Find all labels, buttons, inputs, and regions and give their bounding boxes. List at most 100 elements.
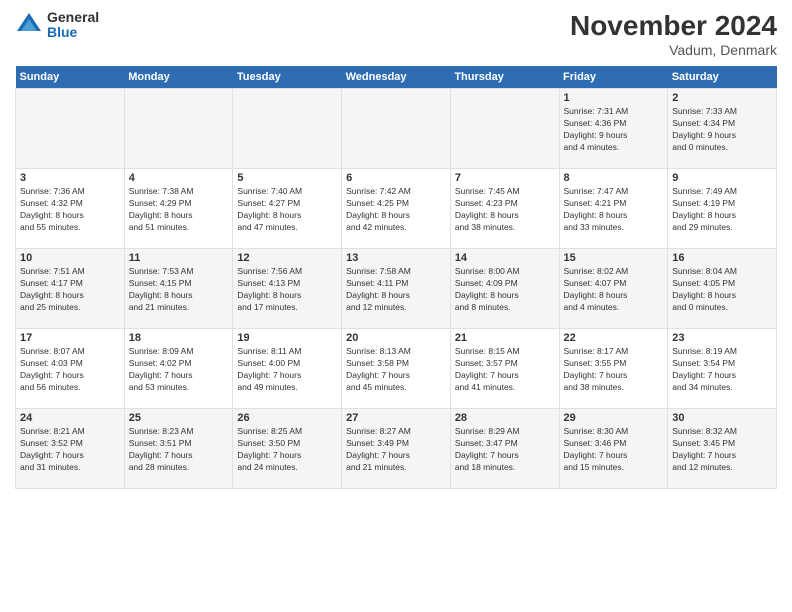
- header-thursday: Thursday: [450, 66, 559, 89]
- day-info: Sunrise: 7:31 AM Sunset: 4:36 PM Dayligh…: [564, 106, 664, 154]
- day-number: 8: [564, 172, 664, 184]
- calendar-cell: 17 Sunrise: 8:07 AM Sunset: 4:03 PM Dayli…: [16, 329, 125, 409]
- day-number: 12: [237, 252, 337, 264]
- logo-general: General: [47, 10, 99, 25]
- calendar-cell: 21Sunrise: 8:15 AM Sunset: 3:57 PM Dayli…: [450, 329, 559, 409]
- day-number: 5: [237, 172, 337, 184]
- calendar-cell: 30 Sunrise: 8:32 AM Sunset: 3:45 PM Dayli…: [668, 409, 777, 489]
- calendar-cell: 15 Sunrise: 8:02 AM Sunset: 4:07 PM Dayli…: [559, 249, 668, 329]
- calendar-cell: 20Sunrise: 8:13 AM Sunset: 3:58 PM Dayli…: [342, 329, 451, 409]
- logo-blue: Blue: [47, 25, 99, 40]
- day-number: 3: [20, 172, 120, 184]
- calendar-cell: 13 Sunrise: 7:58 AM Sunset: 4:11 PM Dayli…: [342, 249, 451, 329]
- calendar-week-0: 1 Sunrise: 7:31 AM Sunset: 4:36 PM Daylig…: [16, 89, 777, 169]
- day-info: Sunrise: 8:11 AM Sunset: 4:00 PM Dayligh…: [237, 346, 337, 394]
- day-info: Sunrise: 8:23 AM Sunset: 3:51 PM Dayligh…: [129, 426, 229, 474]
- day-number: 30: [672, 412, 772, 424]
- calendar-week-1: 3Sunrise: 7:36 AM Sunset: 4:32 PM Daylig…: [16, 169, 777, 249]
- day-number: 1: [564, 92, 664, 104]
- day-info: Sunrise: 8:07 AM Sunset: 4:03 PM Dayligh…: [20, 346, 120, 394]
- header: General Blue November 2024 Vadum, Denmar…: [15, 10, 777, 58]
- calendar-cell: 18 Sunrise: 8:09 AM Sunset: 4:02 PM Dayli…: [124, 329, 233, 409]
- calendar-cell: 5Sunrise: 7:40 AM Sunset: 4:27 PM Daylig…: [233, 169, 342, 249]
- day-number: 16: [672, 252, 772, 264]
- day-info: Sunrise: 7:56 AM Sunset: 4:13 PM Dayligh…: [237, 266, 337, 314]
- calendar-cell: [124, 89, 233, 169]
- header-row: Sunday Monday Tuesday Wednesday Thursday…: [16, 66, 777, 89]
- day-info: Sunrise: 7:42 AM Sunset: 4:25 PM Dayligh…: [346, 186, 446, 234]
- day-number: 29: [564, 412, 664, 424]
- day-info: Sunrise: 7:45 AM Sunset: 4:23 PM Dayligh…: [455, 186, 555, 234]
- header-monday: Monday: [124, 66, 233, 89]
- calendar-cell: 29 Sunrise: 8:30 AM Sunset: 3:46 PM Dayli…: [559, 409, 668, 489]
- calendar-cell: 8 Sunrise: 7:47 AM Sunset: 4:21 PM Daylig…: [559, 169, 668, 249]
- calendar-cell: 10 Sunrise: 7:51 AM Sunset: 4:17 PM Dayli…: [16, 249, 125, 329]
- calendar-header: Sunday Monday Tuesday Wednesday Thursday…: [16, 66, 777, 89]
- day-info: Sunrise: 8:21 AM Sunset: 3:52 PM Dayligh…: [20, 426, 120, 474]
- day-number: 22: [564, 332, 664, 344]
- day-info: Sunrise: 8:29 AM Sunset: 3:47 PM Dayligh…: [455, 426, 555, 474]
- day-number: 25: [129, 412, 229, 424]
- day-number: 2: [672, 92, 772, 104]
- day-number: 6: [346, 172, 446, 184]
- day-number: 19: [237, 332, 337, 344]
- calendar-week-4: 24 Sunrise: 8:21 AM Sunset: 3:52 PM Dayli…: [16, 409, 777, 489]
- day-info: Sunrise: 8:30 AM Sunset: 3:46 PM Dayligh…: [564, 426, 664, 474]
- header-wednesday: Wednesday: [342, 66, 451, 89]
- day-info: Sunrise: 7:51 AM Sunset: 4:17 PM Dayligh…: [20, 266, 120, 314]
- calendar-cell: [233, 89, 342, 169]
- day-info: Sunrise: 8:02 AM Sunset: 4:07 PM Dayligh…: [564, 266, 664, 314]
- calendar-cell: 16 Sunrise: 8:04 AM Sunset: 4:05 PM Dayli…: [668, 249, 777, 329]
- day-number: 27: [346, 412, 446, 424]
- day-info: Sunrise: 8:15 AM Sunset: 3:57 PM Dayligh…: [455, 346, 555, 394]
- logo-icon: [15, 11, 43, 39]
- day-info: Sunrise: 7:53 AM Sunset: 4:15 PM Dayligh…: [129, 266, 229, 314]
- calendar-cell: 27 Sunrise: 8:27 AM Sunset: 3:49 PM Dayli…: [342, 409, 451, 489]
- calendar-cell: [342, 89, 451, 169]
- calendar-cell: 2 Sunrise: 7:33 AM Sunset: 4:34 PM Daylig…: [668, 89, 777, 169]
- calendar-cell: 24 Sunrise: 8:21 AM Sunset: 3:52 PM Dayli…: [16, 409, 125, 489]
- calendar-cell: 6 Sunrise: 7:42 AM Sunset: 4:25 PM Daylig…: [342, 169, 451, 249]
- day-info: Sunrise: 8:00 AM Sunset: 4:09 PM Dayligh…: [455, 266, 555, 314]
- header-tuesday: Tuesday: [233, 66, 342, 89]
- day-number: 26: [237, 412, 337, 424]
- day-number: 9: [672, 172, 772, 184]
- calendar-cell: [450, 89, 559, 169]
- day-info: Sunrise: 8:19 AM Sunset: 3:54 PM Dayligh…: [672, 346, 772, 394]
- day-number: 20: [346, 332, 446, 344]
- calendar-cell: 23 Sunrise: 8:19 AM Sunset: 3:54 PM Dayli…: [668, 329, 777, 409]
- calendar-cell: 14Sunrise: 8:00 AM Sunset: 4:09 PM Dayli…: [450, 249, 559, 329]
- day-number: 15: [564, 252, 664, 264]
- location: Vadum, Denmark: [570, 42, 777, 58]
- day-info: Sunrise: 7:58 AM Sunset: 4:11 PM Dayligh…: [346, 266, 446, 314]
- day-number: 17: [20, 332, 120, 344]
- logo-text: General Blue: [47, 10, 99, 41]
- day-info: Sunrise: 7:49 AM Sunset: 4:19 PM Dayligh…: [672, 186, 772, 234]
- day-number: 7: [455, 172, 555, 184]
- day-number: 24: [20, 412, 120, 424]
- day-number: 11: [129, 252, 229, 264]
- calendar-cell: 11 Sunrise: 7:53 AM Sunset: 4:15 PM Dayli…: [124, 249, 233, 329]
- calendar-cell: 12 Sunrise: 7:56 AM Sunset: 4:13 PM Dayli…: [233, 249, 342, 329]
- calendar-week-2: 10 Sunrise: 7:51 AM Sunset: 4:17 PM Dayli…: [16, 249, 777, 329]
- day-info: Sunrise: 7:38 AM Sunset: 4:29 PM Dayligh…: [129, 186, 229, 234]
- day-info: Sunrise: 8:04 AM Sunset: 4:05 PM Dayligh…: [672, 266, 772, 314]
- day-number: 13: [346, 252, 446, 264]
- header-friday: Friday: [559, 66, 668, 89]
- page: General Blue November 2024 Vadum, Denmar…: [0, 0, 792, 612]
- day-info: Sunrise: 8:32 AM Sunset: 3:45 PM Dayligh…: [672, 426, 772, 474]
- day-info: Sunrise: 8:09 AM Sunset: 4:02 PM Dayligh…: [129, 346, 229, 394]
- calendar-cell: 28Sunrise: 8:29 AM Sunset: 3:47 PM Dayli…: [450, 409, 559, 489]
- day-info: Sunrise: 8:25 AM Sunset: 3:50 PM Dayligh…: [237, 426, 337, 474]
- day-info: Sunrise: 8:17 AM Sunset: 3:55 PM Dayligh…: [564, 346, 664, 394]
- day-number: 18: [129, 332, 229, 344]
- title-block: November 2024 Vadum, Denmark: [570, 10, 777, 58]
- day-number: 10: [20, 252, 120, 264]
- day-info: Sunrise: 7:47 AM Sunset: 4:21 PM Dayligh…: [564, 186, 664, 234]
- day-number: 23: [672, 332, 772, 344]
- calendar-cell: 22 Sunrise: 8:17 AM Sunset: 3:55 PM Dayli…: [559, 329, 668, 409]
- calendar-body: 1 Sunrise: 7:31 AM Sunset: 4:36 PM Daylig…: [16, 89, 777, 489]
- header-sunday: Sunday: [16, 66, 125, 89]
- day-info: Sunrise: 7:33 AM Sunset: 4:34 PM Dayligh…: [672, 106, 772, 154]
- day-info: Sunrise: 8:27 AM Sunset: 3:49 PM Dayligh…: [346, 426, 446, 474]
